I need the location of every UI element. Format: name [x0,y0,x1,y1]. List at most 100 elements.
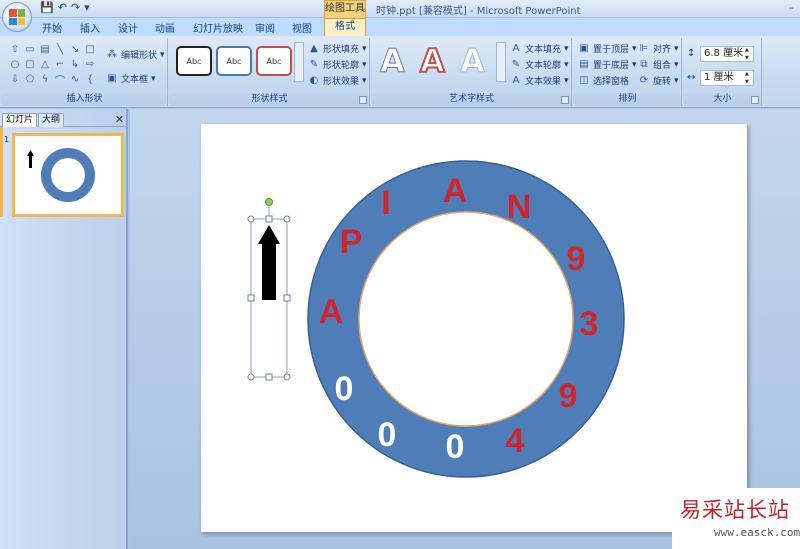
text-fill-button[interactable]: A 文本填充 ▾ [510,42,569,56]
customize-qat-icon[interactable]: ▾ [84,1,90,14]
undo-icon[interactable]: ↶ [58,1,67,14]
ring-digit-0-lower-left[interactable]: 0 [378,416,397,454]
resize-handle[interactable] [265,215,273,223]
ring-letter-p[interactable]: P [340,223,363,261]
slide-thumbnail-preview [27,148,95,202]
width-input[interactable]: 1 厘米 [700,70,754,86]
minimize-button[interactable]: – [789,1,795,14]
wordart-styles-launcher[interactable] [561,96,569,104]
text-effects-button[interactable]: A 文本效果 ▾ [510,74,569,88]
save-icon[interactable]: 💾 [40,1,54,14]
elbow-arrow-shape-icon[interactable]: ↳ [68,57,82,71]
tab-home[interactable]: 开始 [42,20,62,35]
site-watermark: 易采站长站 www.easck.com [672,488,800,549]
shape-effects-button[interactable]: ◐ 形状效果 ▾ [308,74,367,88]
tab-outline[interactable]: 大纲 [38,113,65,127]
align-icon: ⊫ [639,42,649,54]
resize-handle[interactable] [247,215,255,223]
selection-pane-icon: ◫ [579,74,589,86]
lightning-shape-icon[interactable]: ϟ [38,72,52,86]
resize-handle[interactable] [283,373,291,381]
group-button[interactable]: ⧉ 组合 ▾ [638,58,678,72]
wordart-style-outline[interactable]: A [380,42,406,81]
text-outline-button[interactable]: ✎ 文本轮廓 ▾ [510,58,569,72]
shapes-gallery[interactable]: ⇧ ▭ ▤ ╲ ↘ □ ○ ▢ △ ⌐ ↳ ⇨ ⇩ ⬠ ϟ ⌒ ∿ { [8,42,98,87]
selection-pane-button[interactable]: ◫ 选择窗格 [578,74,629,88]
rotate-icon: ⟳ [639,74,649,86]
slides-panel: 幻灯片 大纲 ✕ 1 [0,109,128,549]
group-label-insert-shapes: 插入形状 [2,93,167,105]
ring-digit-3[interactable]: 3 [580,305,599,343]
resize-handle[interactable] [247,373,255,381]
group-arrange: ▣ 置于顶层 ▾ ▤ 置于底层 ▾ ◫ 选择窗格 ⊫ 对齐 ▾ ⧉ 组合 ▾ ⟳ 旋转 ▾… [574,38,682,106]
watermark-url: www.easck.com [714,526,800,539]
redo-icon[interactable]: ↷ [71,1,80,14]
clock-ring-hole [358,211,574,427]
tab-review[interactable]: 审阅 [255,20,275,35]
shape-style-dark[interactable]: Abc [176,46,212,76]
elbow-connector-shape-icon[interactable]: ⌐ [53,57,67,71]
resize-handle[interactable] [283,215,291,223]
textbox-shape-icon[interactable]: ▭ [23,42,37,56]
shape-fill-button[interactable]: ▲ 形状填充 ▾ [308,42,366,56]
shape-outline-button[interactable]: ✎ 形状轮廓 ▾ [308,58,367,72]
shape-styles-launcher[interactable] [359,96,367,104]
line-shape-icon[interactable]: ╲ [53,42,67,56]
ring-letter-a-left[interactable]: A [319,293,344,331]
height-input[interactable]: 6.8 厘米 [700,46,754,62]
rotation-handle[interactable] [265,198,273,206]
vertical-textbox-shape-icon[interactable]: ▤ [38,42,52,56]
office-button[interactable] [2,2,32,32]
align-button[interactable]: ⊫ 对齐 ▾ [638,42,679,56]
ring-digit-9-upper[interactable]: 9 [567,240,586,278]
tab-view[interactable]: 视图 [292,20,312,35]
right-arrow-shape-icon[interactable]: ⇨ [83,57,97,71]
tab-insert[interactable]: 插入 [80,20,100,35]
close-panel-icon[interactable]: ✕ [115,113,124,126]
shape-style-gallery-scroll[interactable] [294,42,304,82]
pentagon-shape-icon[interactable]: ⬠ [23,72,37,86]
triangle-shape-icon[interactable]: △ [38,57,52,71]
tab-animations[interactable]: 动画 [155,20,175,35]
rectangle-shape-icon[interactable]: □ [83,42,97,56]
rounded-rect-shape-icon[interactable]: ▢ [23,57,37,71]
arrow-up-shape-icon[interactable]: ⇧ [8,42,22,56]
brace-shape-icon[interactable]: { [83,72,97,86]
oval-shape-icon[interactable]: ○ [8,57,22,71]
curve-shape-icon[interactable]: ⌒ [53,72,67,87]
height-icon: ↕ [687,48,696,59]
edit-shape-button[interactable]: ⁂ 编辑形状 ▾ [106,48,165,62]
ring-digit-0-bottom[interactable]: 0 [446,428,465,466]
tab-format[interactable]: 格式 [324,18,366,36]
ring-digit-4[interactable]: 4 [506,422,525,460]
tab-slides[interactable]: 幻灯片 [2,113,38,127]
shape-style-blue[interactable]: Abc [216,46,252,76]
ring-letter-a-top[interactable]: A [443,172,468,210]
ring-digit-9-lower[interactable]: 9 [559,377,578,415]
resize-handle[interactable] [265,373,273,381]
ring-digit-0-left[interactable]: 0 [335,370,354,408]
text-box-button[interactable]: ▣ 文本框 ▾ [106,72,155,86]
size-launcher[interactable] [751,96,759,104]
ribbon-tabs: 开始 插入 设计 动画 幻灯片放映 审阅 视图 格式 [0,18,800,36]
slide-thumbnail-1[interactable] [12,133,124,217]
tab-slide-show[interactable]: 幻灯片放映 [193,20,243,35]
text-box-icon: ▣ [107,72,117,84]
wordart-style-red[interactable]: A [419,41,446,81]
arrow-line-shape-icon[interactable]: ↘ [68,42,82,56]
ring-letter-n[interactable]: N [507,188,532,226]
bring-to-front-button[interactable]: ▣ 置于顶层 ▾ [578,42,636,56]
resize-handle[interactable] [247,294,255,302]
wordart-style-light[interactable]: A [460,42,486,81]
wave-shape-icon[interactable]: ∿ [68,72,82,86]
slide[interactable]: P I A N A 9 3 9 4 0 0 0 [201,124,747,532]
ring-letter-i[interactable]: I [381,184,390,222]
shape-style-red[interactable]: Abc [256,46,292,76]
wordart-gallery-scroll[interactable] [496,42,506,82]
send-to-back-button[interactable]: ▤ 置于底层 ▾ [578,58,636,72]
tab-design[interactable]: 设计 [118,20,138,35]
rotate-button[interactable]: ⟳ 旋转 ▾ [638,74,679,88]
down-arrow-shape-icon[interactable]: ⇩ [8,72,22,86]
selected-arrow-shape[interactable] [247,198,291,381]
resize-handle[interactable] [283,294,291,302]
